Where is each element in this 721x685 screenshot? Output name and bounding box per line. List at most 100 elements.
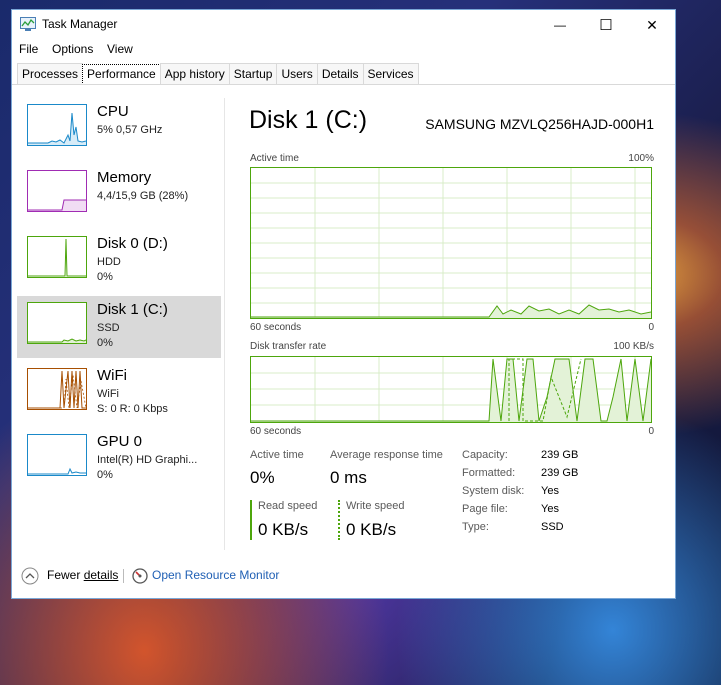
active-time-value: 0% (250, 468, 275, 487)
sidebar-disk1-sub: SSD (97, 322, 120, 334)
read-speed-legend-bar (250, 500, 252, 540)
tab-strip: Processes Performance App history Startu… (17, 63, 419, 85)
avg-response-label: Average response time (330, 449, 443, 461)
maximize-icon: ☐ (599, 17, 613, 34)
active-time-graph-canvas (251, 168, 652, 318)
resource-monitor-icon[interactable] (132, 568, 148, 584)
gpu-thumbnail-graph (27, 434, 87, 476)
tab-processes[interactable]: Processes (17, 63, 84, 84)
sidebar-divider (224, 98, 225, 550)
tab-divider (12, 84, 675, 85)
fewer-details-text: Fewer (47, 568, 84, 582)
transfer-rate-graph-label: Disk transfer rate (250, 341, 327, 352)
transfer-rate-graph-time: 60 seconds (250, 426, 302, 437)
transfer-rate-graph-canvas (251, 357, 652, 422)
sidebar-item-memory[interactable]: Memory 4,4/15,9 GB (28%) (17, 164, 221, 226)
prop-row-capacity: Capacity: 239 GB (462, 449, 662, 467)
sidebar-gpu-sub2: 0% (97, 469, 113, 481)
prop-row-type: Type: SSD (462, 521, 662, 539)
minimize-button[interactable]: — (537, 10, 583, 40)
disk0-thumbnail-graph (27, 236, 87, 278)
fewer-details-underlined: details (83, 568, 119, 582)
sidebar-gpu-sub: Intel(R) HD Graphi... (97, 454, 198, 466)
prop-key: Type: (462, 521, 489, 533)
maximize-button[interactable]: ☐ (583, 10, 629, 40)
sidebar-wifi-sub: WiFi (97, 388, 119, 400)
footer-separator (123, 569, 124, 583)
sidebar-item-gpu[interactable]: GPU 0 Intel(R) HD Graphi... 0% (17, 428, 221, 490)
transfer-rate-graph (250, 356, 652, 423)
prop-value: Yes (541, 503, 559, 515)
active-time-graph-max: 100% (628, 153, 654, 164)
menu-options[interactable]: Options (52, 42, 93, 56)
sidebar-disk0-name: Disk 0 (D:) (97, 235, 168, 252)
sidebar-item-wifi[interactable]: WiFi WiFi S: 0 R: 0 Kbps (17, 362, 221, 424)
tab-performance[interactable]: Performance (82, 64, 161, 85)
read-speed-label: Read speed (258, 500, 318, 512)
footer-bar: Fewer details Open Resource Monitor (12, 565, 675, 589)
sidebar-cpu-sub: 5% 0,57 GHz (97, 124, 163, 136)
active-time-graph-label: Active time (250, 153, 299, 164)
prop-key: Page file: (462, 503, 508, 515)
prop-value: 239 GB (541, 449, 579, 461)
collapse-chevron-icon[interactable] (21, 567, 39, 585)
transfer-rate-graph-max: 100 KB/s (613, 341, 654, 352)
prop-key: System disk: (462, 485, 525, 497)
prop-key: Capacity: (462, 449, 508, 461)
active-time-graph-min: 0 (648, 322, 654, 333)
active-time-graph (250, 167, 652, 319)
prop-value: SSD (541, 521, 564, 533)
close-button[interactable]: ✕ (629, 10, 675, 40)
prop-key: Formatted: (462, 467, 516, 479)
tab-app-history[interactable]: App history (159, 63, 230, 84)
sidebar-item-disk0[interactable]: Disk 0 (D:) HDD 0% (17, 230, 221, 292)
sidebar-memory-sub: 4,4/15,9 GB (28%) (97, 190, 189, 202)
sidebar-wifi-sub2: S: 0 R: 0 Kbps (97, 403, 168, 415)
disk-properties: Capacity: 239 GB Formatted: 239 GB System … (462, 449, 662, 539)
sidebar-disk1-name: Disk 1 (C:) (97, 301, 168, 318)
sidebar-disk0-sub2: 0% (97, 271, 113, 283)
task-manager-window: Task Manager — ☐ ✕ File Options View Pro… (11, 9, 676, 599)
sidebar-cpu-name: CPU (97, 103, 129, 120)
prop-row-system-disk: System disk: Yes (462, 485, 662, 503)
sidebar-gpu-name: GPU 0 (97, 433, 143, 450)
menu-view[interactable]: View (107, 42, 133, 56)
sidebar-disk0-sub: HDD (97, 256, 121, 268)
task-manager-icon (20, 17, 36, 31)
transfer-rate-graph-min: 0 (648, 426, 654, 437)
prop-value: Yes (541, 485, 559, 497)
tab-details[interactable]: Details (316, 63, 364, 84)
prop-row-formatted: Formatted: 239 GB (462, 467, 662, 485)
memory-thumbnail-graph (27, 170, 87, 212)
active-time-graph-time: 60 seconds (250, 322, 302, 333)
minimize-icon: — (554, 18, 566, 32)
avg-response-value: 0 ms (330, 468, 367, 487)
menu-file[interactable]: File (19, 42, 38, 56)
wifi-thumbnail-graph (27, 368, 87, 410)
tab-startup[interactable]: Startup (228, 63, 278, 84)
close-icon: ✕ (646, 16, 658, 33)
menu-bar: File Options View (12, 40, 675, 60)
read-speed-value: 0 KB/s (258, 520, 309, 539)
tab-users[interactable]: Users (276, 63, 318, 84)
title-bar[interactable]: Task Manager — ☐ ✕ (12, 10, 675, 40)
active-time-label: Active time (250, 449, 304, 461)
detail-title: Disk 1 (C:) (249, 106, 368, 134)
write-speed-value: 0 KB/s (346, 520, 397, 539)
sidebar-wifi-name: WiFi (97, 367, 127, 384)
tab-services[interactable]: Services (362, 63, 419, 84)
prop-value: 239 GB (541, 467, 579, 479)
prop-row-page-file: Page file: Yes (462, 503, 662, 521)
sidebar-disk1-sub2: 0% (97, 337, 113, 349)
sidebar-item-disk1[interactable]: Disk 1 (C:) SSD 0% (17, 296, 221, 358)
sidebar-memory-name: Memory (97, 169, 152, 186)
resource-sidebar: CPU 5% 0,57 GHz Memory 4,4/15,9 GB (28%)… (17, 98, 223, 494)
disk-model: SAMSUNG MZVLQ256HAJD-000H1 (425, 116, 654, 132)
disk1-thumbnail-graph (27, 302, 87, 344)
fewer-details-link[interactable]: Fewer details (47, 568, 118, 582)
open-resource-monitor-link[interactable]: Open Resource Monitor (152, 568, 279, 582)
sidebar-item-cpu[interactable]: CPU 5% 0,57 GHz (17, 98, 221, 160)
cpu-thumbnail-graph (27, 104, 87, 146)
write-speed-label: Write speed (346, 500, 405, 512)
window-title: Task Manager (42, 17, 118, 31)
